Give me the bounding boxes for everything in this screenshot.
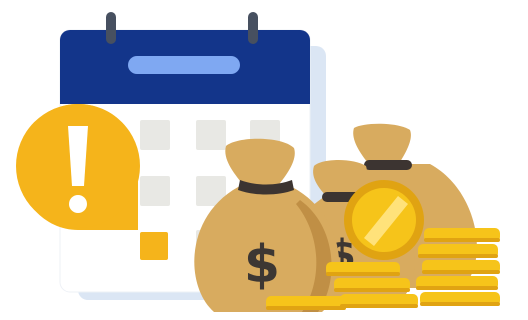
coin-stack-right [416,228,500,306]
date-slot [140,120,170,150]
coin-edge [422,270,500,274]
calendar-ring-left [106,12,116,44]
exclamation-dot [69,195,87,213]
coin-edge [266,306,346,310]
calendar-ring-right [248,12,258,44]
date-slot [140,176,170,206]
overdue-payment-illustration: $ $ [16,12,500,312]
date-slot [196,120,226,150]
coin-edge [416,286,498,290]
calendar-header-pill [128,56,240,74]
coin-edge [424,238,500,242]
highlighted-due-date [140,232,168,260]
coin-edge [420,302,500,306]
coin-edge [334,288,410,292]
exclamation-speech-bubble-icon [16,104,140,230]
coin-icon [344,180,424,260]
coin-edge [418,254,498,258]
coin-stack-left [266,296,346,310]
money-bag-back-tie [364,160,412,170]
coin-edge [340,304,418,308]
money-bag-front-dollar: $ [244,235,280,295]
coin-edge [326,272,400,276]
